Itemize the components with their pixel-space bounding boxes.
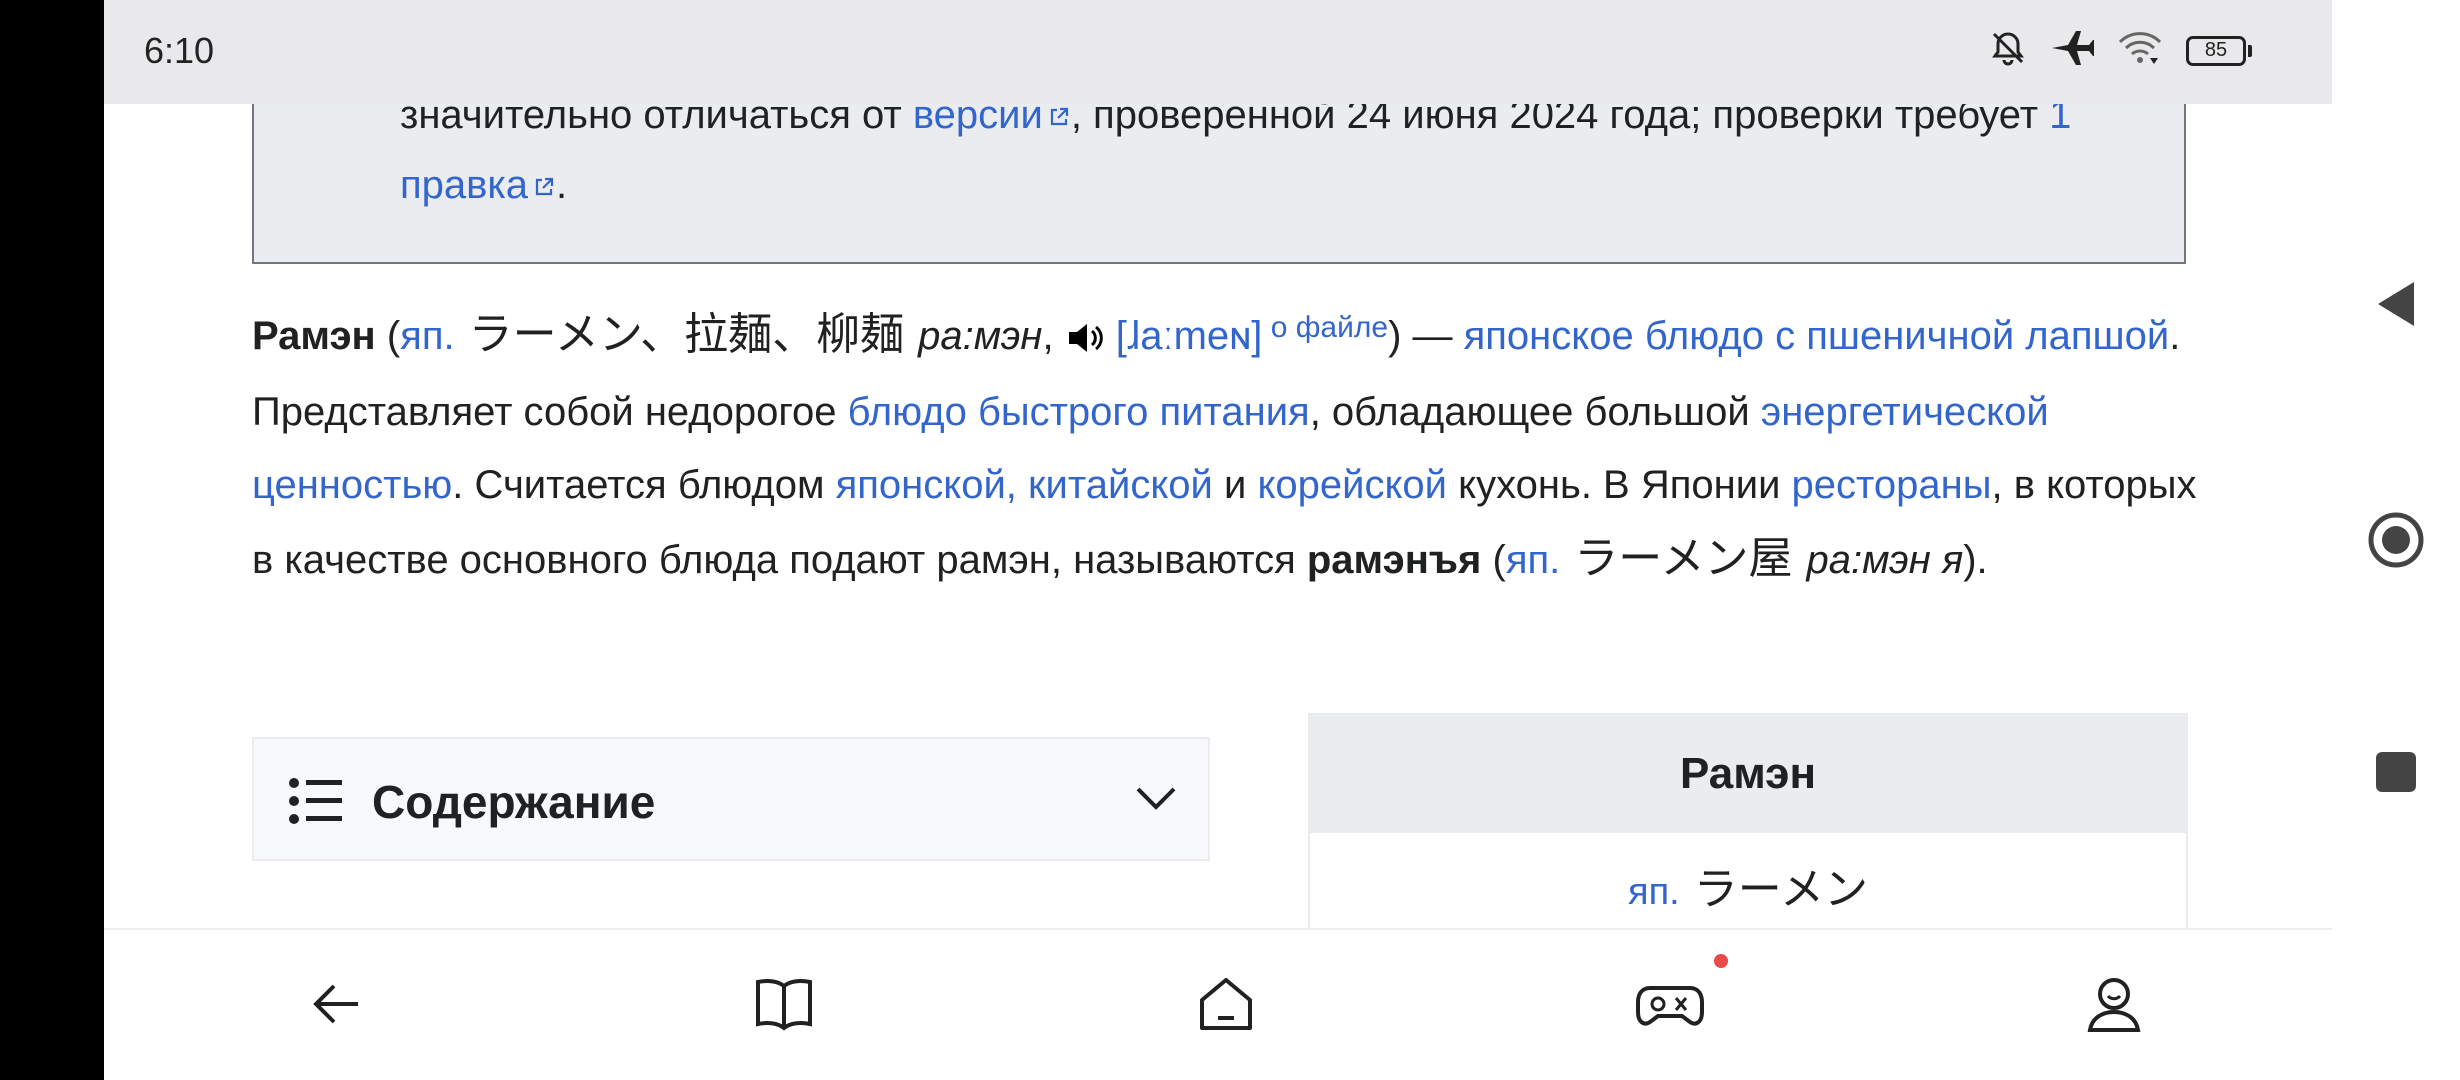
bottom-navigation xyxy=(104,928,2332,1080)
status-time: 6:10 xyxy=(144,30,215,71)
status-bar: 6:10 85 xyxy=(104,0,2332,104)
infobox-title: Рамэн xyxy=(1310,715,2186,833)
battery-level: 85 xyxy=(2186,35,2246,66)
book-icon[interactable] xyxy=(744,964,824,1044)
battery-icon: 85 xyxy=(2186,35,2252,66)
japanese-dish-link[interactable]: японское блюдо с пшеничной лапшой xyxy=(1464,314,2170,358)
external-link-icon xyxy=(1050,108,1068,126)
table-of-contents[interactable]: Содержание xyxy=(252,737,1210,861)
bell-off-icon xyxy=(1988,28,2028,73)
japanese-lang-link[interactable]: яп. xyxy=(400,314,454,358)
system-recents-icon[interactable] xyxy=(2356,732,2436,812)
system-home-icon[interactable] xyxy=(2356,500,2436,580)
korean-cuisine-link[interactable]: корейской xyxy=(1257,463,1447,507)
browser-screen: 6:10 85 значительно отличаться от версии… xyxy=(104,0,2332,1080)
japanese-lang-link-2[interactable]: яп. xyxy=(1506,538,1560,582)
infobox-japanese-name: яп. ラーメン xyxy=(1628,864,1868,915)
infobox-lang-link[interactable]: яп. xyxy=(1628,871,1680,913)
audio-file-link[interactable]: о файле xyxy=(1262,311,1388,344)
lead-paragraph: Рамэн (яп. ラーメン、拉麺、柳麺 ра:мэн, [ɺaːmeɴ] о… xyxy=(252,309,2197,584)
fast-food-link[interactable]: блюдо быстрого питания xyxy=(848,390,1310,434)
back-arrow-icon[interactable] xyxy=(296,964,376,1044)
restaurants-link[interactable]: рестораны xyxy=(1792,463,1992,507)
japanese-chinese-cuisine-link[interactable]: японской, китайской xyxy=(836,463,1213,507)
system-back-icon[interactable] xyxy=(2356,264,2436,344)
external-link-icon xyxy=(535,178,554,196)
notification-badge xyxy=(1714,954,1728,968)
airplane-icon xyxy=(2050,28,2096,73)
chevron-down-icon[interactable] xyxy=(1134,785,1178,813)
gamepad-icon[interactable] xyxy=(1630,964,1710,1044)
status-icons: 85 xyxy=(1988,28,2252,73)
home-icon[interactable] xyxy=(1186,964,1266,1044)
system-navigation xyxy=(2332,0,2460,1080)
profile-icon[interactable] xyxy=(2074,964,2154,1044)
pronunciation-link[interactable]: [ɺaːmeɴ] xyxy=(1116,314,1263,358)
speaker-icon[interactable] xyxy=(1065,320,1105,356)
toc-title: Содержание xyxy=(372,776,656,828)
wifi-icon xyxy=(2116,28,2164,73)
list-icon xyxy=(289,778,342,824)
